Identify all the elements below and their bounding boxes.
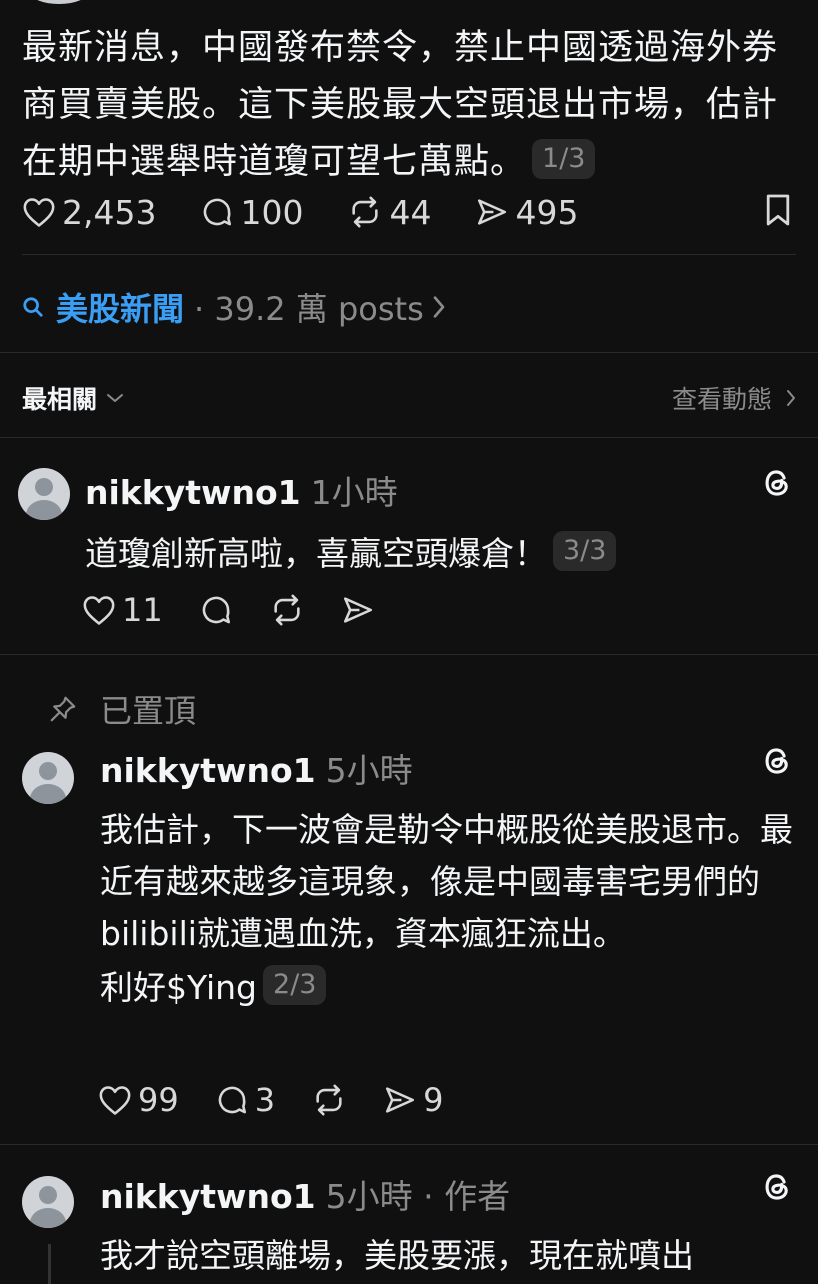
thread-connector <box>48 1244 51 1284</box>
threads-icon[interactable] <box>760 744 794 778</box>
reply-header: nikkytwno1 5小時 <box>100 744 413 792</box>
comment-icon <box>202 596 230 624</box>
pin-icon <box>50 696 76 722</box>
sort-label: 最相關 <box>22 385 98 414</box>
divider <box>0 437 818 438</box>
threads-icon[interactable] <box>760 1170 794 1204</box>
share-count: 9 <box>423 1081 444 1119</box>
page-indicator: 3/3 <box>553 531 617 571</box>
topic-tag[interactable]: 美股新聞 <box>56 284 184 330</box>
repost-button[interactable] <box>311 1083 347 1117</box>
repost-button[interactable]: 44 <box>347 193 431 232</box>
timestamp: 5小時 · 作者 <box>325 1177 511 1216</box>
chevron-right-icon <box>787 390 795 406</box>
reply-button[interactable] <box>199 593 233 627</box>
reply-actions: 11 <box>82 588 411 632</box>
reply-body-line: 利好$Ying <box>100 968 258 1007</box>
reply-text: 道瓊創新高啦，喜贏空頭爆倉！ 3/3 <box>85 528 617 580</box>
bookmark-button[interactable] <box>764 193 792 231</box>
reply-count: 100 <box>240 192 304 232</box>
reply-body: 道瓊創新高啦，喜贏空頭爆倉！ <box>85 534 547 573</box>
share-button[interactable]: 495 <box>475 193 578 232</box>
share-count: 495 <box>515 192 579 232</box>
like-count: 99 <box>138 1081 179 1119</box>
reply-body: 我才說空頭離場，美股要漲，現在就噴出 <box>100 1236 694 1275</box>
sort-row: 最相關 查看動態 <box>22 378 796 418</box>
reply-body: 我估計，下一波會是勒令中概股從美股退市。最近有越來越多這現象，像是中國毒害宅男們… <box>100 810 793 953</box>
reply-button[interactable]: 3 <box>215 1081 275 1119</box>
reply-text: 我估計，下一波會是勒令中概股從美股退市。最近有越來越多這現象，像是中國毒害宅男們… <box>100 804 800 1014</box>
timestamp: 5小時 <box>325 751 413 790</box>
topic-post-count: · 39.2 萬 posts <box>194 290 424 328</box>
repost-icon <box>316 1084 342 1116</box>
reply-header: nikkytwno1 5小時 · 作者 <box>100 1170 510 1218</box>
share-button[interactable]: 9 <box>383 1081 443 1119</box>
page-indicator: 2/3 <box>263 965 327 1005</box>
view-activity-link[interactable]: 查看動態 <box>672 380 796 416</box>
send-icon <box>343 597 372 623</box>
post-text: 最新消息，中國發布禁令，禁止中國透過海外券商買賣美股。這下美股最大空頭退出市場，… <box>22 20 802 191</box>
heart-icon <box>83 596 115 625</box>
page-indicator: 1/3 <box>532 139 596 179</box>
reply-header: nikkytwno1 1小時 <box>85 466 398 514</box>
repost-button[interactable] <box>269 593 305 627</box>
reply-actions: 99 3 9 <box>98 1078 479 1122</box>
reply-text: 我才說空頭離場，美股要漲，現在就噴出 <box>100 1230 800 1282</box>
username[interactable]: nikkytwno1 <box>100 751 316 790</box>
repost-icon <box>274 594 300 626</box>
like-button[interactable]: 99 <box>98 1081 179 1119</box>
username[interactable]: nikkytwno1 <box>100 1177 316 1216</box>
divider <box>0 352 818 353</box>
chevron-down-icon <box>107 394 124 402</box>
repost-icon <box>352 196 379 228</box>
heart-icon <box>23 198 55 227</box>
timestamp: 1小時 <box>310 473 398 512</box>
divider <box>0 1144 818 1145</box>
share-button[interactable] <box>341 593 375 627</box>
post-body: 最新消息，中國發布禁令，禁止中國透過海外券商買賣美股。這下美股最大空頭退出市場，… <box>22 28 779 182</box>
send-icon <box>478 199 507 225</box>
pinned-indicator: 已置頂 <box>48 686 196 732</box>
search-icon <box>23 297 43 317</box>
chevron-right-icon <box>433 296 445 318</box>
like-count: 2,453 <box>62 192 157 232</box>
comment-icon <box>204 198 232 226</box>
like-count: 11 <box>122 591 163 629</box>
avatar[interactable] <box>18 468 70 520</box>
like-button[interactable]: 2,453 <box>22 193 156 232</box>
threads-icon[interactable] <box>760 466 794 500</box>
heart-icon <box>99 1086 131 1115</box>
reply-button[interactable]: 100 <box>200 193 303 232</box>
view-activity-label: 查看動態 <box>671 385 772 414</box>
avatar[interactable] <box>22 752 74 804</box>
sort-dropdown[interactable]: 最相關 <box>22 380 125 416</box>
pinned-label: 已置頂 <box>100 692 197 730</box>
like-button[interactable]: 11 <box>82 591 163 629</box>
topic-tag-row[interactable]: 美股新聞 · 39.2 萬 posts <box>22 282 446 332</box>
reply-count: 3 <box>254 1081 276 1119</box>
divider <box>0 654 818 655</box>
username[interactable]: nikkytwno1 <box>85 473 301 512</box>
repost-count: 44 <box>389 192 432 232</box>
send-icon <box>386 1087 415 1113</box>
avatar[interactable] <box>30 0 88 4</box>
avatar[interactable] <box>22 1176 74 1228</box>
divider <box>22 254 796 255</box>
bookmark-icon <box>766 194 790 226</box>
post-actions: 2,453 100 44 495 <box>22 190 622 234</box>
comment-icon <box>218 1086 246 1114</box>
